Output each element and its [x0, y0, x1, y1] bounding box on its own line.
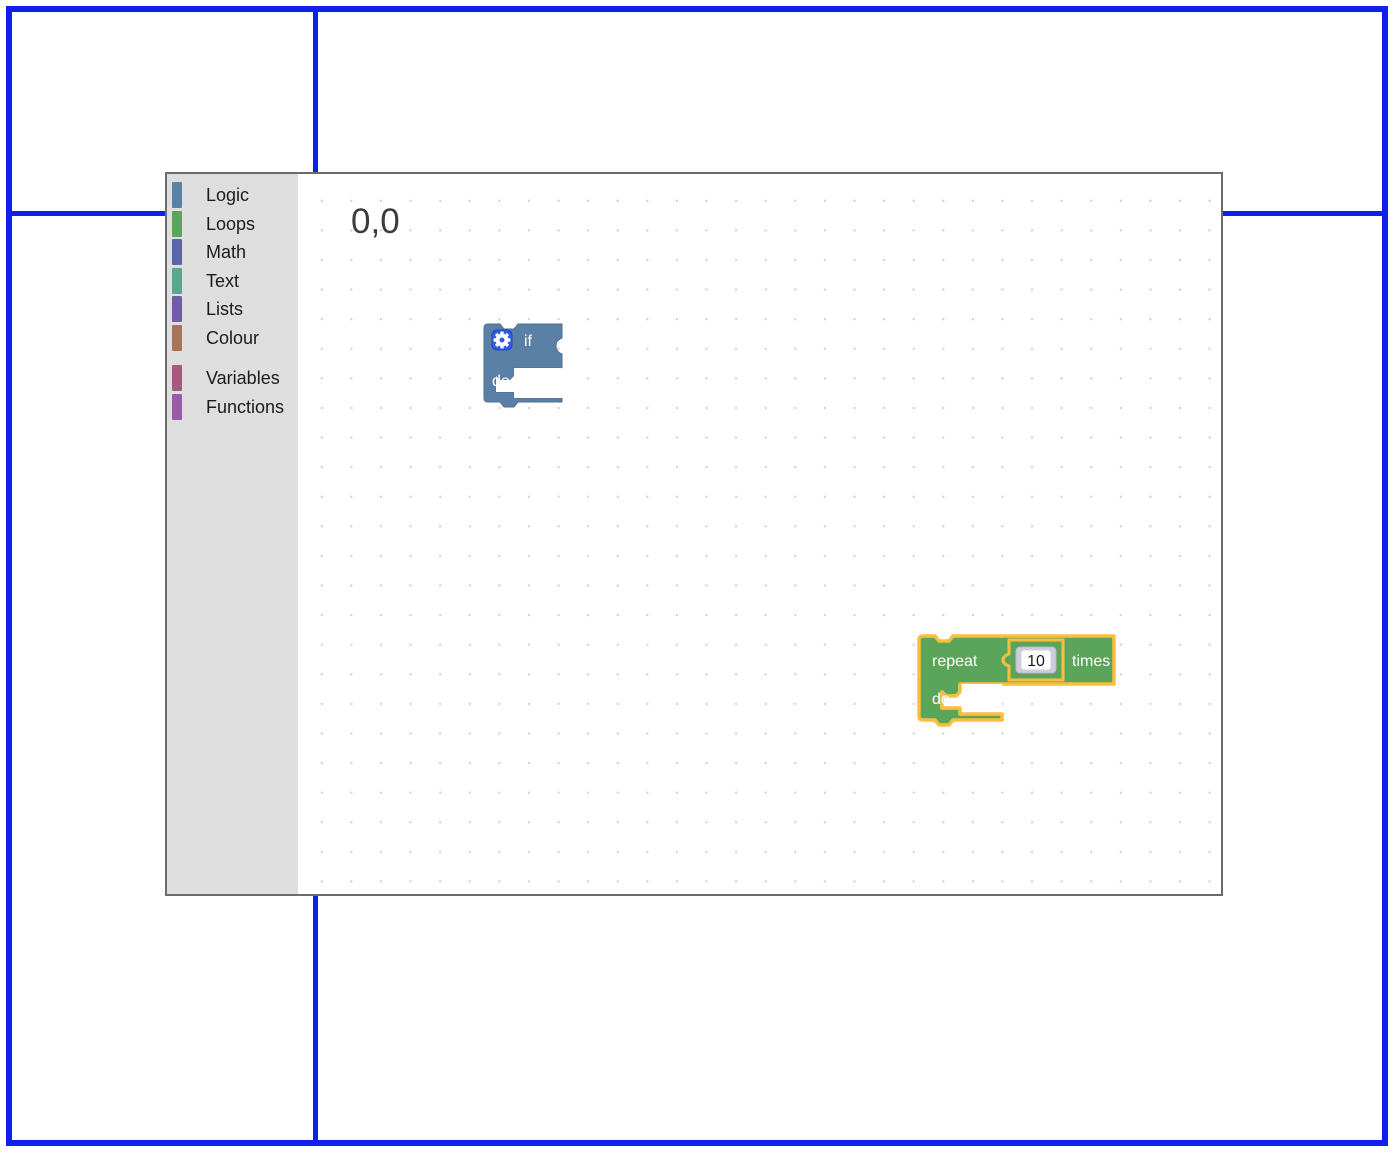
- category-colour-swatch: [172, 393, 182, 420]
- category-colour-swatch: [172, 296, 182, 323]
- toolbox-category-label: Text: [206, 270, 240, 291]
- if-do-label: do: [492, 373, 510, 390]
- toolbox-category-lists[interactable]: Lists: [167, 295, 298, 324]
- category-colour-swatch: [172, 239, 182, 266]
- number-field-value: 10: [1027, 653, 1045, 670]
- toolbox-category-label: Lists: [206, 299, 244, 320]
- toolbox-separator: [167, 352, 298, 364]
- toolbox-category-label: Colour: [206, 327, 260, 348]
- blockly-editor[interactable]: Logic Loops Math Text Lists Colour Varia…: [165, 172, 1223, 896]
- toolbox-category-logic[interactable]: Logic: [167, 181, 298, 210]
- toolbox-category-variables[interactable]: Variables: [167, 364, 298, 393]
- toolbox-category-loops[interactable]: Loops: [167, 210, 298, 239]
- toolbox-category-label: Variables: [206, 368, 280, 389]
- times-label: times: [1072, 653, 1110, 670]
- category-colour-swatch: [172, 365, 182, 392]
- toolbox-category-colour[interactable]: Colour: [167, 324, 298, 353]
- toolbox-category-label: Loops: [206, 213, 256, 234]
- category-colour-swatch: [172, 182, 182, 209]
- workspace-canvas[interactable]: 0,0 if do 10 repeat times do: [298, 174, 1221, 894]
- toolbox-category-label: Functions: [206, 396, 285, 417]
- repeat-label: repeat: [932, 653, 978, 670]
- repeat-do-label: do: [932, 691, 950, 708]
- toolbox-category-label: Math: [206, 242, 247, 263]
- block-controls-if[interactable]: if do: [483, 323, 594, 424]
- category-colour-swatch: [172, 210, 182, 237]
- toolbox-category-text[interactable]: Text: [167, 267, 298, 296]
- category-colour-swatch: [172, 267, 182, 294]
- toolbox-category-math[interactable]: Math: [167, 238, 298, 267]
- category-colour-swatch: [172, 324, 182, 351]
- if-label: if: [524, 333, 533, 350]
- toolbox[interactable]: Logic Loops Math Text Lists Colour Varia…: [167, 174, 298, 894]
- toolbox-category-functions[interactable]: Functions: [167, 393, 298, 422]
- number-block-10[interactable]: 10: [1001, 638, 1065, 682]
- toolbox-category-label: Logic: [206, 185, 250, 206]
- block-controls-repeat[interactable]: 10 repeat times do: [917, 634, 1148, 749]
- gear-icon[interactable]: [491, 329, 513, 351]
- workspace-origin-label: 0,0: [351, 202, 400, 241]
